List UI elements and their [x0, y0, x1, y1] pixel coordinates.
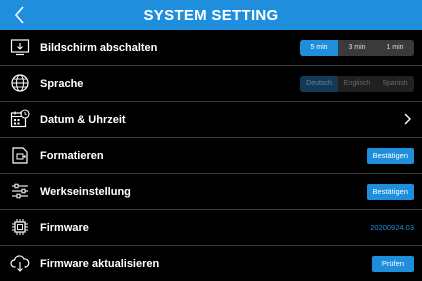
sd-card-icon: [12, 147, 28, 164]
setting-label-format: Formatieren: [40, 149, 104, 162]
chevron-left-icon: [14, 6, 24, 24]
setting-row-firmware: Firmware 20200924.03: [0, 210, 422, 246]
screen-off-option-5min[interactable]: 5 min: [300, 39, 338, 56]
back-button[interactable]: [8, 3, 32, 27]
factory-reset-confirm-button[interactable]: Bestätigen: [366, 183, 414, 200]
cloud-download-icon: [10, 255, 30, 272]
setting-label-datetime: Datum & Uhrzeit: [40, 113, 126, 126]
settings-list: Bildschirm abschalten 5 min 3 min 1 min …: [0, 30, 422, 281]
language-option-deutsch[interactable]: Deutsch: [300, 75, 338, 92]
globe-icon: [11, 74, 29, 92]
setting-row-screen-off: Bildschirm abschalten 5 min 3 min 1 min: [0, 30, 422, 66]
setting-label-firmware: Firmware: [40, 221, 89, 234]
setting-row-firmware-update: Firmware aktualisieren Prüfen: [0, 246, 422, 281]
chevron-right-icon[interactable]: [401, 112, 413, 126]
language-option-englisch[interactable]: Englisch: [338, 76, 376, 92]
language-selector: Deutsch Englisch Spanish: [300, 75, 414, 92]
setting-row-datetime[interactable]: Datum & Uhrzeit: [0, 102, 422, 138]
screen-off-option-1min[interactable]: 1 min: [376, 40, 414, 56]
chip-icon: [12, 219, 28, 235]
display-off-icon: [10, 39, 30, 56]
system-setting-screen: SYSTEM SETTING Bildschirm abschalten 5 m…: [0, 0, 422, 272]
setting-row-language: Sprache Deutsch Englisch Spanish: [0, 66, 422, 102]
setting-row-format: Formatieren Bestätigen: [0, 138, 422, 174]
screen-off-selector: 5 min 3 min 1 min: [300, 39, 414, 56]
setting-label-factory-reset: Werkseinstellung: [40, 185, 131, 198]
page-title: SYSTEM SETTING: [143, 6, 279, 24]
setting-row-factory-reset: Werkseinstellung Bestätigen: [0, 174, 422, 210]
screen-off-option-3min[interactable]: 3 min: [338, 40, 376, 56]
header-bar: SYSTEM SETTING: [0, 0, 422, 30]
setting-label-screen-off: Bildschirm abschalten: [40, 41, 158, 54]
sliders-icon: [12, 183, 28, 199]
firmware-version: 20200924.03: [370, 223, 414, 232]
format-confirm-button[interactable]: Bestätigen: [366, 147, 414, 164]
setting-label-language: Sprache: [40, 77, 84, 90]
language-option-spanish[interactable]: Spanish: [376, 76, 414, 92]
calendar-clock-icon: [10, 109, 30, 128]
firmware-check-button[interactable]: Prüfen: [371, 255, 414, 272]
